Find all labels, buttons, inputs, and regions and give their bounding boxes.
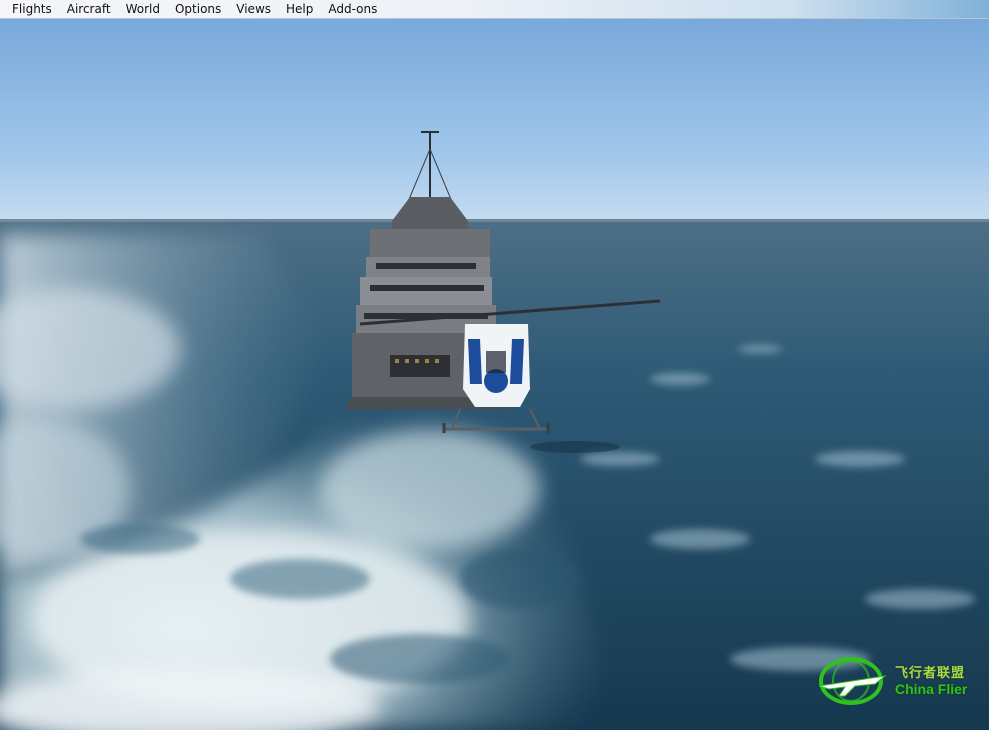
menu-views[interactable]: Views xyxy=(228,0,278,18)
simulator-viewport[interactable] xyxy=(0,19,989,730)
sky xyxy=(0,19,989,221)
china-flier-watermark: 飞行者联盟 China Flier xyxy=(815,656,985,708)
watermark-english-text: China Flier xyxy=(895,681,968,697)
menu-aircraft[interactable]: Aircraft xyxy=(59,0,118,18)
menu-flights[interactable]: Flights xyxy=(4,0,59,18)
menu-add-ons[interactable]: Add-ons xyxy=(320,0,384,18)
menu-bar: Flights Aircraft World Options Views Hel… xyxy=(0,0,989,19)
watermark-chinese-text: 飞行者联盟 xyxy=(895,666,966,681)
menu-options[interactable]: Options xyxy=(167,0,228,18)
horizon xyxy=(0,219,989,222)
globe-airplane-icon xyxy=(818,657,887,705)
menu-help[interactable]: Help xyxy=(278,0,320,18)
menu-world[interactable]: World xyxy=(118,0,167,18)
